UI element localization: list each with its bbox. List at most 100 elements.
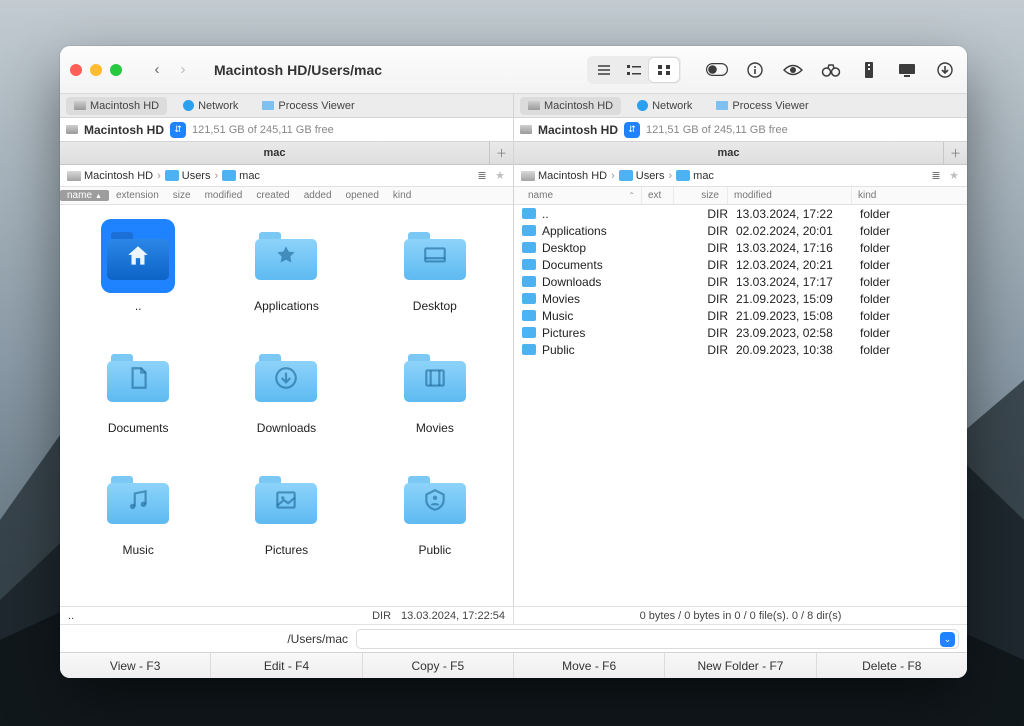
col-kind[interactable]: kind — [386, 190, 418, 201]
volume-name: Macintosh HD — [84, 123, 164, 137]
star-icon[interactable]: ★ — [491, 169, 509, 182]
star-icon[interactable]: ★ — [945, 169, 963, 182]
view-icons-button[interactable] — [649, 58, 679, 82]
fn-view[interactable]: View - F3 — [60, 653, 211, 678]
path-row: /Users/mac ⌄ — [60, 624, 967, 652]
fn-edit[interactable]: Edit - F4 — [211, 653, 362, 678]
command-field[interactable]: ⌄ — [356, 629, 959, 649]
new-tab-button[interactable]: ＋ — [943, 142, 967, 164]
fn-copy[interactable]: Copy - F5 — [363, 653, 514, 678]
col-kind[interactable]: kind — [852, 187, 902, 204]
path-label: /Users/mac — [68, 632, 348, 646]
folder-label: Movies — [416, 421, 454, 435]
list-row[interactable]: DesktopDIR13.03.2024, 17:16folder — [514, 239, 967, 256]
list-row[interactable]: PublicDIR20.09.2023, 10:38folder — [514, 341, 967, 358]
folder-icon — [522, 259, 536, 270]
folder-applications[interactable]: Applications — [212, 219, 360, 313]
source-tab-process-viewer[interactable]: Process Viewer — [254, 97, 362, 115]
folder-icon — [222, 170, 236, 181]
list-row[interactable]: ApplicationsDIR02.02.2024, 20:01folder — [514, 222, 967, 239]
hd-icon — [528, 101, 540, 110]
source-tab-macintosh-hd[interactable]: Macintosh HD — [520, 97, 621, 115]
breadcrumb-item[interactable]: Macintosh HD — [518, 170, 610, 182]
col-name[interactable]: name — [60, 190, 109, 201]
col-added[interactable]: added — [297, 190, 339, 201]
list-row[interactable]: MusicDIR21.09.2023, 15:08folder — [514, 307, 967, 324]
folder-icon — [522, 293, 536, 304]
fn-new[interactable]: New Folder - F7 — [665, 653, 816, 678]
volume-name: Macintosh HD — [538, 123, 618, 137]
col-modified[interactable]: modified — [728, 187, 852, 204]
pane-tab[interactable]: mac — [514, 142, 943, 164]
pane-tab[interactable]: mac — [60, 142, 489, 164]
list-row[interactable]: DocumentsDIR12.03.2024, 20:21folder — [514, 256, 967, 273]
breadcrumb-item[interactable]: mac — [219, 170, 263, 182]
breadcrumb-item[interactable]: Users — [616, 170, 668, 182]
toggle-button[interactable] — [705, 58, 729, 82]
list-mini-icon[interactable]: ≣ — [473, 169, 491, 182]
col-created[interactable]: created — [249, 190, 296, 201]
fn-move[interactable]: Move - F6 — [514, 653, 665, 678]
col-size[interactable]: size — [674, 187, 728, 204]
disk-free: 121,51 GB of 245,11 GB free — [192, 124, 334, 136]
fn-delete[interactable]: Delete - F8 — [817, 653, 967, 678]
folder-label: Public — [418, 543, 451, 557]
info-icon[interactable] — [743, 58, 767, 82]
folder-icon — [676, 170, 690, 181]
new-tab-button[interactable]: ＋ — [489, 142, 513, 164]
list-row[interactable]: MoviesDIR21.09.2023, 15:09folder — [514, 290, 967, 307]
col-ext[interactable]: ext — [642, 187, 674, 204]
col-extension[interactable]: extension — [109, 190, 166, 201]
breadcrumb-item[interactable]: Macintosh HD — [64, 170, 156, 182]
folder-icon — [522, 276, 536, 287]
folder-label: Desktop — [413, 299, 457, 313]
folder-documents[interactable]: Documents — [64, 341, 212, 435]
folder-label: Music — [122, 543, 153, 557]
status-size: DIR — [372, 610, 391, 622]
folder-label: .. — [135, 299, 142, 313]
list-mini-icon[interactable]: ≣ — [927, 169, 945, 182]
hd-icon — [520, 125, 532, 134]
minimize-button[interactable] — [90, 64, 102, 76]
source-tab-network[interactable]: Network — [175, 97, 246, 115]
source-tab-network[interactable]: Network — [629, 97, 700, 115]
folder-music[interactable]: Music — [64, 463, 212, 557]
list-view[interactable]: ..DIR13.03.2024, 17:22folderApplications… — [514, 205, 967, 606]
status-bar: .. DIR 13.03.2024, 17:22:54 0 bytes / 0 … — [60, 606, 967, 624]
list-row[interactable]: PicturesDIR23.09.2023, 02:58folder — [514, 324, 967, 341]
view-list-button[interactable] — [589, 58, 619, 82]
folder-pictures[interactable]: Pictures — [212, 463, 360, 557]
breadcrumb-item[interactable]: Users — [162, 170, 214, 182]
folder-[interactable]: .. — [64, 219, 212, 313]
nav-forward-button[interactable]: › — [170, 58, 196, 82]
zoom-button[interactable] — [110, 64, 122, 76]
volume-picker[interactable]: ⇵ — [624, 122, 640, 138]
folder-movies[interactable]: Movies — [361, 341, 509, 435]
folder-icon — [522, 310, 536, 321]
desktop-icon[interactable] — [895, 58, 919, 82]
source-tab-process-viewer[interactable]: Process Viewer — [708, 97, 816, 115]
download-icon[interactable] — [933, 58, 957, 82]
binoculars-icon[interactable] — [819, 58, 843, 82]
icon-view[interactable]: .. Applications Desktop DocumentsDownloads M… — [60, 205, 513, 606]
volume-picker[interactable]: ⇵ — [170, 122, 186, 138]
col-opened[interactable]: opened — [339, 190, 386, 201]
breadcrumb-item[interactable]: mac — [673, 170, 717, 182]
close-button[interactable] — [70, 64, 82, 76]
view-columns-button[interactable] — [619, 58, 649, 82]
function-bar: View - F3Edit - F4Copy - F5Move - F6New … — [60, 652, 967, 678]
nav-back-button[interactable]: ‹ — [144, 58, 170, 82]
net-icon — [183, 100, 194, 111]
history-dropdown[interactable]: ⌄ — [940, 632, 955, 647]
folder-downloads[interactable]: Downloads — [212, 341, 360, 435]
col-name[interactable]: name⌃ — [522, 187, 642, 204]
source-tab-macintosh-hd[interactable]: Macintosh HD — [66, 97, 167, 115]
archive-icon[interactable] — [857, 58, 881, 82]
folder-public[interactable]: Public — [361, 463, 509, 557]
col-size[interactable]: size — [166, 190, 198, 201]
list-row[interactable]: ..DIR13.03.2024, 17:22folder — [514, 205, 967, 222]
quicklook-icon[interactable] — [781, 58, 805, 82]
list-row[interactable]: DownloadsDIR13.03.2024, 17:17folder — [514, 273, 967, 290]
col-modified[interactable]: modified — [198, 190, 250, 201]
folder-desktop[interactable]: Desktop — [361, 219, 509, 313]
